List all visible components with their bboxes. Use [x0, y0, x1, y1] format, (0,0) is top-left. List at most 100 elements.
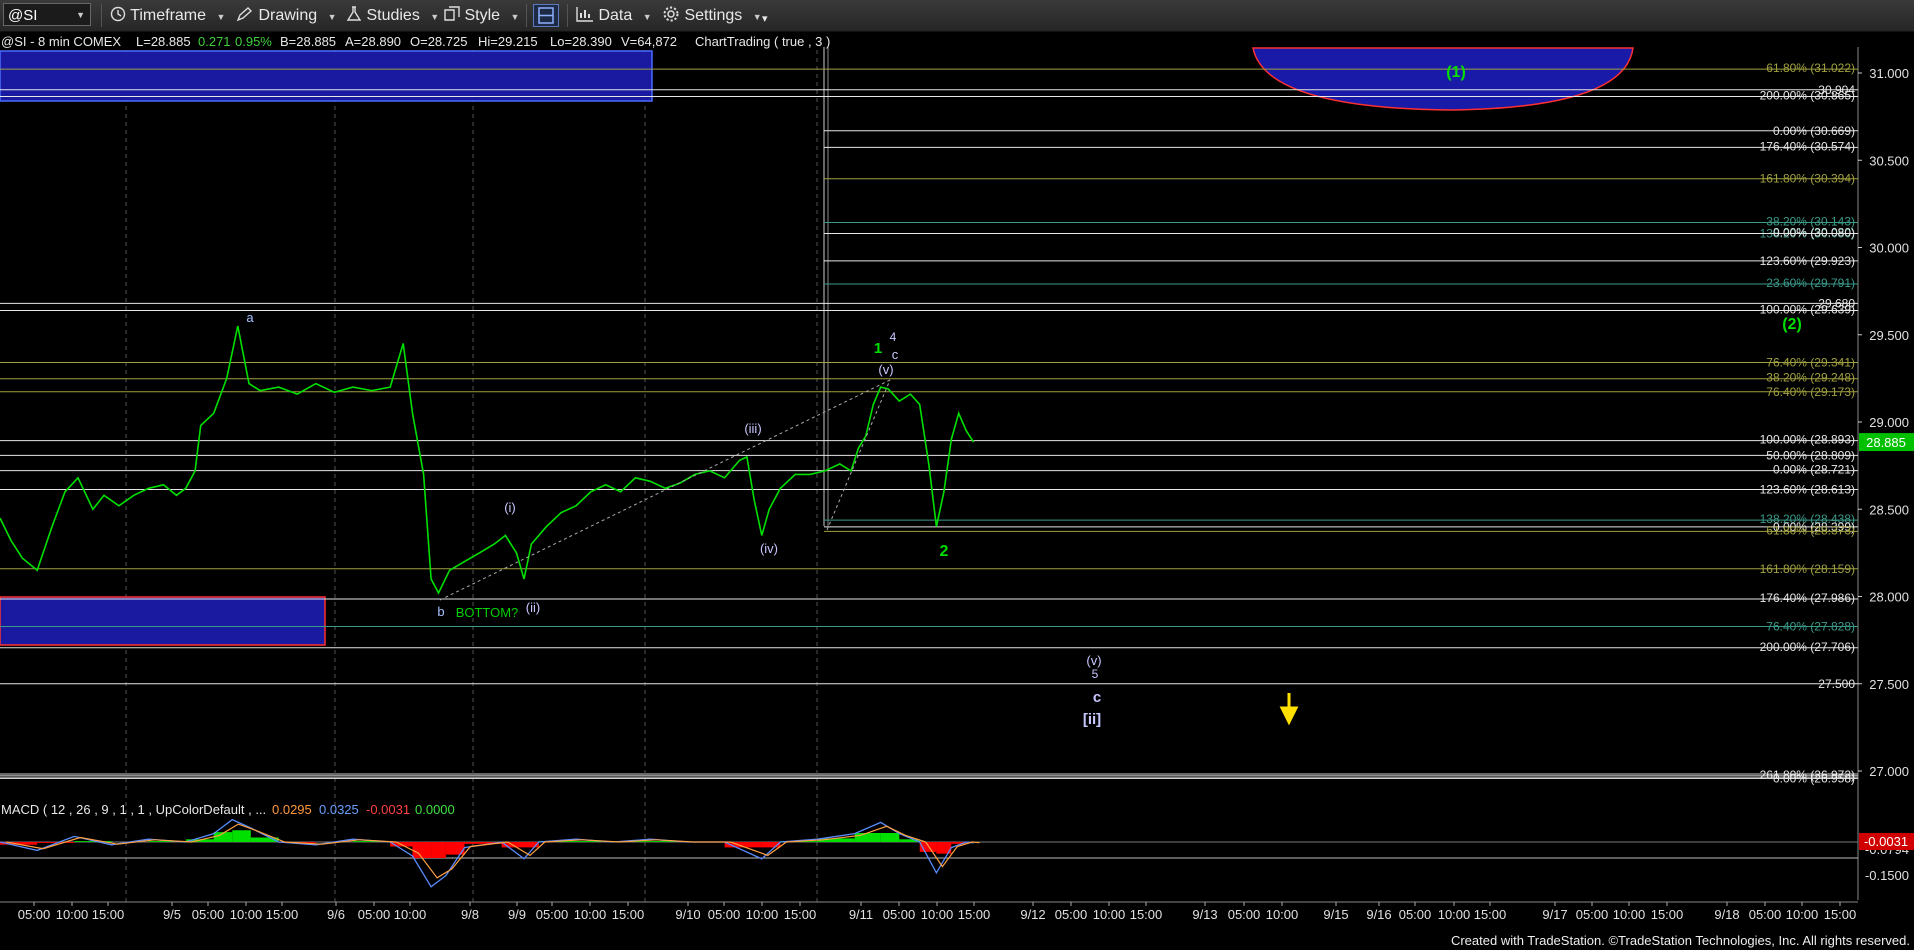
macd-header-v4: 0.0000 — [415, 802, 455, 817]
time-axis-label: 15:00 — [1824, 907, 1857, 922]
fib-level-label: 0.00% (30.080) — [1773, 226, 1855, 240]
price-axis-label: 29.000 — [1869, 415, 1909, 430]
macd-header-v1: 0.0295 — [272, 802, 312, 817]
time-axis-label: 15:00 — [92, 907, 125, 922]
settings-button[interactable]: Settings ▼ — [662, 5, 762, 26]
time-axis-label: 9/9 — [508, 907, 526, 922]
time-axis-label: 9/11 — [849, 907, 873, 922]
time-axis-label: 15:00 — [1651, 907, 1684, 922]
wave-label: (iii) — [744, 421, 761, 436]
macd-last-label: -0.0031 — [1864, 834, 1908, 849]
chart-grid — [0, 47, 1859, 902]
wave-label: (v) — [878, 362, 893, 377]
fib-level-label: 161.80% (28.159) — [1760, 562, 1855, 576]
price-axis-label: 31.000 — [1869, 66, 1909, 81]
pencil-icon — [236, 7, 253, 22]
time-axis-label: 15:00 — [784, 907, 817, 922]
time-axis-label: 05:00 — [192, 907, 225, 922]
time-axis-label: 05:00 — [18, 907, 51, 922]
timeframe-button[interactable]: Timeframe ▼ — [110, 5, 225, 26]
time-axis-label: 9/12 — [1020, 907, 1045, 922]
studies-button[interactable]: Studies ▼ — [346, 5, 439, 26]
fib-level-label: 76.40% (29.341) — [1766, 355, 1855, 369]
fib-level-label: 200.00% (27.706) — [1760, 640, 1855, 654]
fib-level-label: 50.00% (28.809) — [1766, 448, 1855, 462]
wave-label: 2 — [940, 543, 949, 560]
macd-signal-line — [5, 823, 980, 879]
chart-header-pct: 0.95% — [235, 34, 272, 49]
macd-panel: -0.0794-0.1500-0.0031 — [0, 818, 1914, 888]
toolbar-overflow-icon[interactable]: ▾ — [762, 9, 768, 30]
fib-level-label: 61.80% (28.373) — [1766, 523, 1855, 537]
macd-histogram-bar — [232, 830, 251, 842]
wave-label: c — [1093, 689, 1101, 706]
time-axis-label: 05:00 — [536, 907, 569, 922]
style-button[interactable]: Style ▼ — [444, 5, 519, 26]
chart-header-instrument: @SI - 8 min COMEX — [1, 34, 121, 49]
caret-down-icon: ▼ — [430, 12, 440, 22]
settings-label: Settings — [684, 7, 743, 24]
time-axis-label: 10:00 — [56, 907, 89, 922]
wave-label: (i) — [504, 500, 516, 515]
macd-histogram-bar — [854, 833, 881, 842]
data-button[interactable]: Data ▼ — [576, 5, 652, 26]
wave-label: 4 — [890, 330, 897, 344]
macd-histogram-bar — [412, 842, 432, 858]
caret-down-icon: ▼ — [642, 12, 652, 22]
time-axis-label: 05:00 — [1576, 907, 1609, 922]
macd-histogram-bar — [431, 842, 446, 858]
fib-level-label: 38.20% (29.248) — [1766, 371, 1855, 385]
wave-label: (1) — [1446, 64, 1466, 81]
layout-toggle-button[interactable] — [533, 4, 559, 27]
macd-axis-label: -0.1500 — [1865, 868, 1909, 883]
time-axis-label: 15:00 — [1474, 907, 1507, 922]
support-box — [0, 596, 326, 646]
time-axis-label: 9/6 — [327, 907, 345, 922]
time-axis-label: 9/15 — [1323, 907, 1348, 922]
wave-label: BOTTOM? — [456, 605, 519, 620]
style-label: Style — [464, 7, 501, 24]
clock-icon — [110, 6, 126, 22]
drawing-button[interactable]: Drawing ▼ — [236, 5, 337, 26]
chart-header-ask: A=28.890 — [345, 34, 401, 49]
chart-header-change: 0.271 — [198, 34, 231, 49]
target-ellipse — [1252, 47, 1634, 111]
data-label: Data — [598, 7, 633, 24]
wave-label: [ii] — [1083, 711, 1101, 728]
symbol-input[interactable]: @SI ▼ — [3, 3, 91, 26]
chart-area[interactable]: 61.80% (31.022)30.904200.00% (30.865)0.0… — [0, 31, 1914, 932]
time-axis-label: 05:00 — [708, 907, 741, 922]
fib-level-label: 76.40% (27.828) — [1766, 620, 1855, 634]
wave-label: c — [892, 347, 899, 362]
footer-copyright: Created with TradeStation. ©TradeStation… — [1450, 933, 1910, 948]
wave-label: (v) — [1086, 653, 1101, 668]
chart-header-high: Hi=29.215 — [478, 34, 538, 49]
footer: Created with TradeStation. ©TradeStation… — [0, 932, 1914, 950]
time-axis-label: 9/13 — [1192, 907, 1217, 922]
chart-header-last: L=28.885 — [136, 34, 191, 49]
resistance-box — [0, 50, 653, 102]
fib-level-label: 0.00% (28.721) — [1773, 463, 1855, 477]
fib-level-label: 76.40% (29.173) — [1766, 385, 1855, 399]
price-axis-label: 30.500 — [1869, 153, 1909, 168]
wave-labels: ab BOTTOM?(i)(ii)(iii)(iv)(v)14c2(v)5c[ii… — [246, 64, 1801, 728]
time-axis-label: 9/10 — [675, 907, 700, 922]
drawing-label: Drawing — [258, 7, 318, 24]
fib-level-label: 23.60% (29.791) — [1766, 276, 1855, 290]
time-axis-label: 10:00 — [746, 907, 779, 922]
fib-level-label: 100.00% (29.639) — [1760, 302, 1855, 316]
macd-header-label: MACD ( 12 , 26 , 9 , 1 , 1 , UpColorDefa… — [1, 802, 266, 817]
macd-header-v3: -0.0031 — [366, 802, 410, 817]
caret-down-icon: ▼ — [216, 12, 226, 22]
fib-level-label: 100.00% (28.893) — [1760, 433, 1855, 447]
layout-icon — [538, 7, 554, 24]
chart-header-bid: B=28.885 — [280, 34, 336, 49]
time-axis-label: 9/17 — [1542, 907, 1567, 922]
time-axis-label: 9/18 — [1714, 907, 1739, 922]
chevron-down-icon[interactable]: ▼ — [76, 4, 85, 27]
fib-level-label: 27.500 — [1818, 677, 1855, 691]
wave-label: a — [246, 310, 254, 325]
style-icon — [444, 6, 460, 21]
caret-down-icon: ▼ — [752, 12, 762, 22]
macd-histogram-bar — [880, 833, 900, 842]
